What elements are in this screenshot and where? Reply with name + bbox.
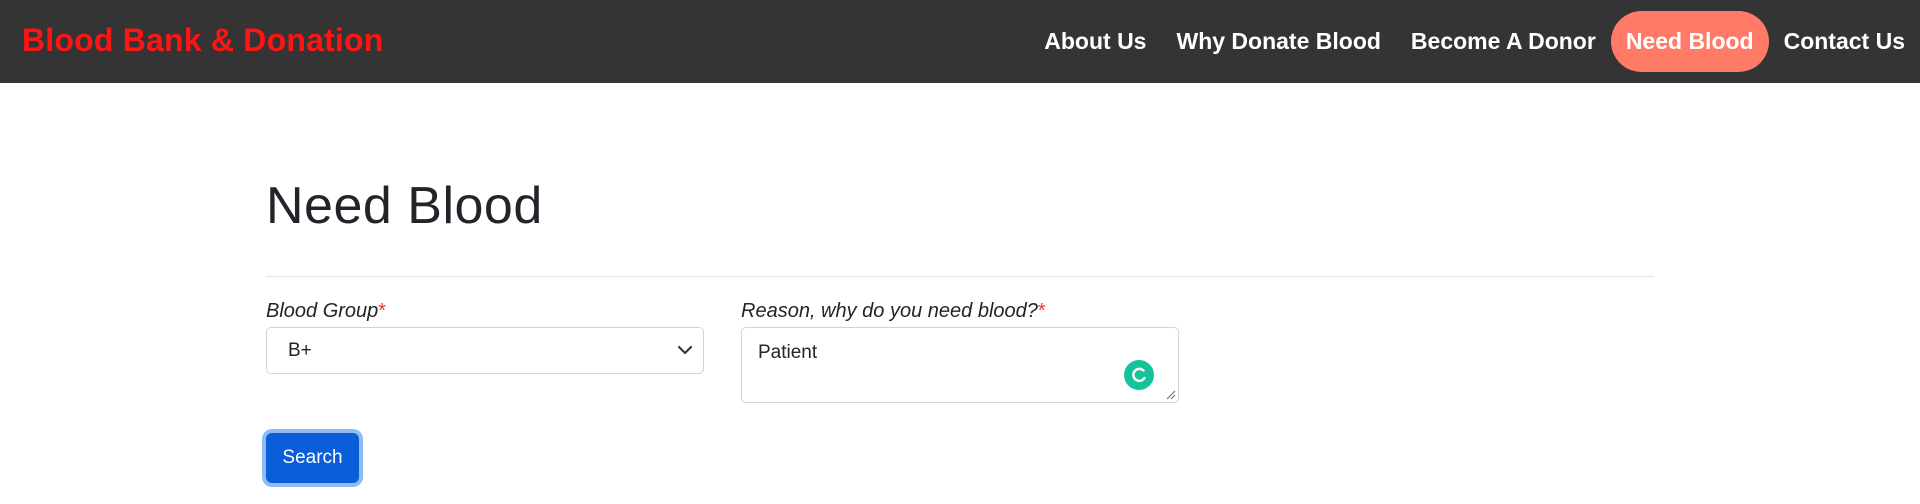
nav-link-about-us[interactable]: About Us [1029, 11, 1161, 72]
nav-link-why-donate-blood[interactable]: Why Donate Blood [1161, 11, 1395, 72]
blood-group-select[interactable]: B+ [266, 327, 704, 374]
page-title: Need Blood [266, 177, 543, 235]
reason-textarea[interactable]: Patient [741, 327, 1179, 403]
resize-handle-icon[interactable] [1165, 389, 1176, 400]
reason-label-text: Reason, why do you need blood? [741, 300, 1038, 322]
title-divider [266, 276, 1654, 277]
nav-link-contact-us[interactable]: Contact Us [1769, 11, 1920, 72]
blood-group-selected-value: B+ [288, 339, 312, 361]
required-mark: * [378, 300, 387, 322]
blood-group-label-text: Blood Group [266, 300, 379, 322]
search-button[interactable]: Search [266, 433, 359, 483]
brand-logo-link[interactable]: Blood Bank & Donation [22, 22, 384, 59]
nav-link-become-a-donor[interactable]: Become A Donor [1396, 11, 1611, 72]
grammar-check-icon[interactable] [1124, 360, 1154, 390]
required-mark: * [1037, 300, 1046, 322]
reason-label: Reason, why do you need blood?* [741, 300, 1046, 323]
top-navbar: Blood Bank & Donation About Us Why Donat… [0, 0, 1920, 83]
reason-textarea-value: Patient [758, 342, 818, 363]
nav-link-need-blood[interactable]: Need Blood [1610, 11, 1769, 72]
blood-group-label: Blood Group* [266, 300, 386, 323]
nav-links: About Us Why Donate Blood Become A Donor… [1029, 0, 1920, 83]
chevron-down-icon [677, 345, 693, 355]
